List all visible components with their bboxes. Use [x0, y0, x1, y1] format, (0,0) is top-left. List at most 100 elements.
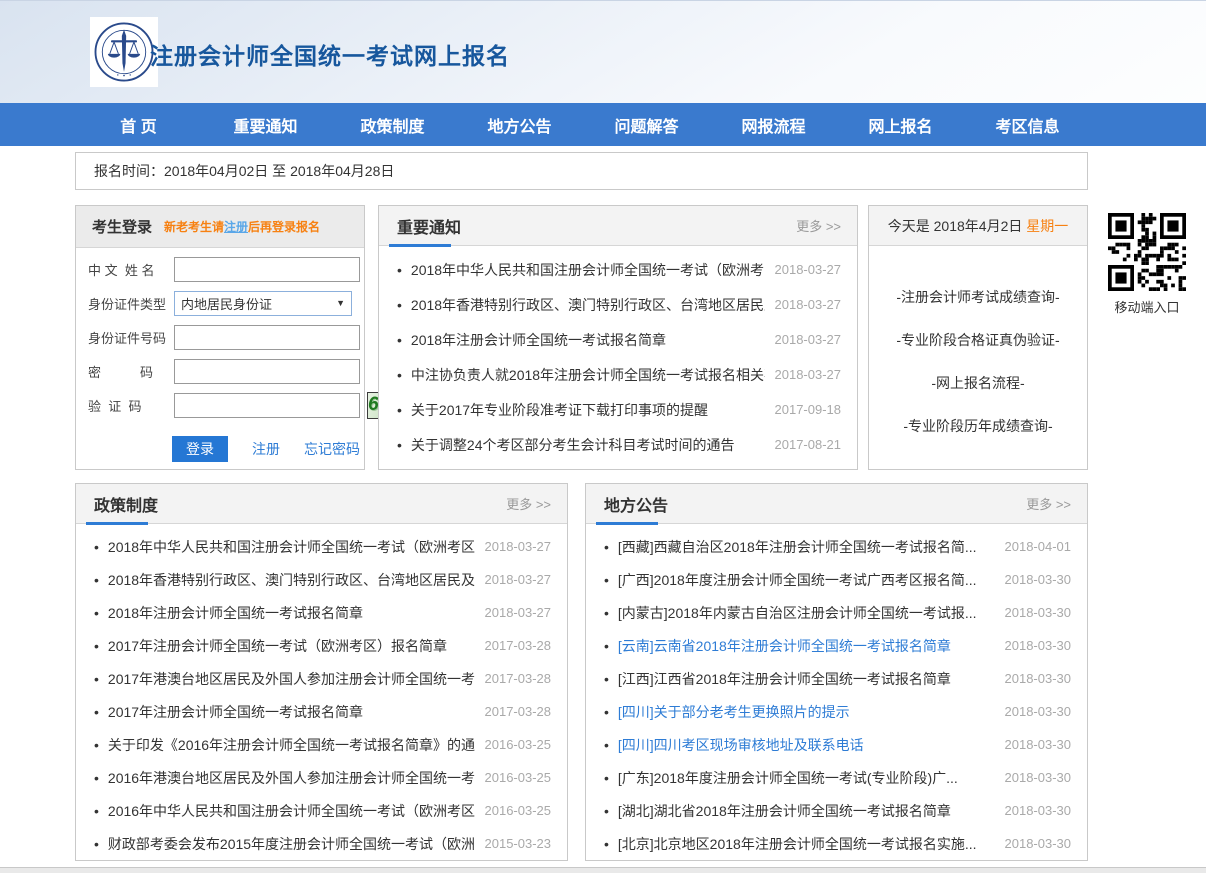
password-input[interactable]	[174, 359, 360, 384]
id-type-selected-value: 内地居民身份证	[181, 294, 272, 313]
notice-date: 2017-09-18	[775, 402, 842, 417]
notice-link[interactable]: 中注协负责人就2018年注册会计师全国统一考试报名相关事...	[411, 365, 765, 385]
local-item: [云南]云南省2018年注册会计师全国统一考试报名简章 2018-03-30	[604, 629, 1071, 662]
nav-item[interactable]: 考区信息	[964, 113, 1091, 137]
today-header: 今天是 2018年4月2日 星期一	[869, 206, 1087, 246]
nav-item[interactable]: 地方公告	[456, 113, 583, 137]
policy-link[interactable]: 2017年注册会计师全国统一考试（欧洲考区）报名简章	[108, 636, 475, 656]
register-link[interactable]: 注册	[252, 439, 280, 459]
policy-link[interactable]: 财政部考委会发布2015年度注册会计师全国统一考试（欧洲...	[108, 834, 475, 854]
login-title: 考生登录	[92, 216, 152, 237]
policy-date: 2017-03-28	[485, 704, 552, 719]
notice-item: 2018年香港特别行政区、澳门特别行政区、台湾地区居民及... 2018-03-…	[397, 287, 841, 322]
login-notice-prefix: 新老考生请	[164, 220, 224, 234]
id-type-select[interactable]: 内地居民身份证 ▼	[174, 291, 352, 316]
forgot-password-link[interactable]: 忘记密码	[304, 439, 360, 459]
id-number-label: 身份证件号码	[88, 328, 174, 347]
registration-period-banner: 报名时间：2018年04月02日 至 2018年04月28日	[75, 152, 1088, 190]
nav-item[interactable]: 首 页	[75, 113, 202, 137]
policy-item: 2016年中华人民共和国注册会计师全国统一考试（欧洲考区... 2016-03-…	[94, 794, 551, 827]
chevron-down-icon: ▼	[336, 298, 345, 308]
title-underline	[86, 522, 148, 525]
today-link[interactable]: -专业阶段合格证真伪验证-	[896, 319, 1059, 362]
notice-link[interactable]: 2018年中华人民共和国注册会计师全国统一考试（欧洲考区...	[411, 260, 765, 280]
name-input[interactable]	[174, 257, 360, 282]
register-inline-link[interactable]: 注册	[224, 220, 248, 234]
local-item: [广西]2018年度注册会计师全国统一考试广西考区报名简... 2018-03-…	[604, 563, 1071, 596]
nav-item[interactable]: 重要通知	[202, 113, 329, 137]
policy-date: 2016-03-25	[485, 770, 552, 785]
policy-item: 2017年注册会计师全国统一考试报名简章 2017-03-28	[94, 695, 551, 728]
local-date: 2018-03-30	[1005, 737, 1072, 752]
policy-item: 财政部考委会发布2015年度注册会计师全国统一考试（欧洲... 2015-03-…	[94, 827, 551, 860]
id-type-label: 身份证件类型	[88, 294, 174, 313]
notice-link[interactable]: 2018年香港特别行政区、澳门特别行政区、台湾地区居民及...	[411, 295, 765, 315]
local-link[interactable]: [内蒙古]2018年内蒙古自治区注册会计师全国统一考试报...	[618, 603, 995, 623]
local-item: [四川]关于部分老考生更换照片的提示 2018-03-30	[604, 695, 1071, 728]
today-link[interactable]: -专业阶段历年成绩查询-	[903, 405, 1052, 448]
cpa-logo-icon	[90, 17, 158, 87]
notice-link[interactable]: 关于2017年专业阶段准考证下载打印事项的提醒	[411, 400, 765, 420]
nav-item[interactable]: 网上报名	[837, 113, 964, 137]
policy-date: 2018-03-27	[485, 539, 552, 554]
nav-item[interactable]: 网报流程	[710, 113, 837, 137]
important-notices-panel: 重要通知 更多 >> 2018年中华人民共和国注册会计师全国统一考试（欧洲考区.…	[378, 205, 858, 470]
local-link[interactable]: [四川]四川考区现场审核地址及联系电话	[618, 735, 995, 755]
policy-date: 2016-03-25	[485, 803, 552, 818]
policy-link[interactable]: 2017年注册会计师全国统一考试报名简章	[108, 702, 475, 722]
local-title: 地方公告	[604, 492, 668, 516]
policy-date: 2017-03-28	[485, 638, 552, 653]
policy-date: 2018-03-27	[485, 605, 552, 620]
local-item: [江西]江西省2018年注册会计师全国统一考试报名简章 2018-03-30	[604, 662, 1071, 695]
notice-item: 关于2017年专业阶段准考证下载打印事项的提醒 2017-09-18	[397, 392, 841, 427]
notice-item: 2018年注册会计师全国统一考试报名简章 2018-03-27	[397, 322, 841, 357]
page-header: 注册会计师全国统一考试网上报名	[0, 0, 1206, 103]
local-panel-header: 地方公告 更多 >>	[586, 484, 1087, 524]
today-panel: 今天是 2018年4月2日 星期一 -注册会计师考试成绩查询--专业阶段合格证真…	[868, 205, 1088, 470]
policy-item: 2017年注册会计师全国统一考试（欧洲考区）报名简章 2017-03-28	[94, 629, 551, 662]
nav-item[interactable]: 政策制度	[329, 113, 456, 137]
policy-link[interactable]: 2018年香港特别行政区、澳门特别行政区、台湾地区居民及...	[108, 570, 475, 590]
local-link[interactable]: [西藏]西藏自治区2018年注册会计师全国统一考试报名简...	[618, 537, 995, 557]
policy-link[interactable]: 2016年港澳台地区居民及外国人参加注册会计师全国统一考...	[108, 768, 475, 788]
policy-link[interactable]: 关于印发《2016年注册会计师全国统一考试报名简章》的通...	[108, 735, 475, 755]
local-link[interactable]: [四川]关于部分老考生更换照片的提示	[618, 702, 995, 722]
password-label: 密 码	[88, 362, 174, 381]
nav-item[interactable]: 问题解答	[583, 113, 710, 137]
login-button[interactable]: 登录	[172, 436, 228, 462]
today-link[interactable]: -注册会计师考试成绩查询-	[896, 276, 1059, 319]
name-label: 中 文 姓 名	[88, 260, 174, 279]
local-date: 2018-03-30	[1005, 836, 1072, 851]
login-notice: 新老考生请注册后再登录报名	[164, 218, 320, 235]
notice-date: 2018-03-27	[775, 332, 842, 347]
local-date: 2018-03-30	[1005, 671, 1072, 686]
login-panel-header: 考生登录 新老考生请注册后再登录报名	[76, 206, 364, 248]
local-date: 2018-03-30	[1005, 572, 1072, 587]
local-link[interactable]: [北京]北京地区2018年注册会计师全国统一考试报名实施...	[618, 834, 995, 854]
local-link[interactable]: [云南]云南省2018年注册会计师全国统一考试报名简章	[618, 636, 995, 656]
policy-link[interactable]: 2017年港澳台地区居民及外国人参加注册会计师全国统一考...	[108, 669, 475, 689]
local-announcements-panel: 地方公告 更多 >> [西藏]西藏自治区2018年注册会计师全国统一考试报名简.…	[585, 483, 1088, 861]
local-link[interactable]: [江西]江西省2018年注册会计师全国统一考试报名简章	[618, 669, 995, 689]
today-link[interactable]: -网上报名流程-	[931, 362, 1024, 405]
today-prefix: 今天是	[888, 216, 934, 236]
title-underline	[389, 244, 451, 247]
captcha-input[interactable]	[174, 393, 360, 418]
local-link[interactable]: [广西]2018年度注册会计师全国统一考试广西考区报名简...	[618, 570, 995, 590]
notice-link[interactable]: 2018年注册会计师全国统一考试报名简章	[411, 330, 765, 350]
notices-more-link[interactable]: 更多 >>	[796, 216, 841, 235]
local-item: [湖北]湖北省2018年注册会计师全国统一考试报名简章 2018-03-30	[604, 794, 1071, 827]
policy-link[interactable]: 2018年中华人民共和国注册会计师全国统一考试（欧洲考区...	[108, 537, 475, 557]
footer-divider	[0, 867, 1206, 873]
local-link[interactable]: [湖北]湖北省2018年注册会计师全国统一考试报名简章	[618, 801, 995, 821]
policy-link[interactable]: 2016年中华人民共和国注册会计师全国统一考试（欧洲考区...	[108, 801, 475, 821]
notice-link[interactable]: 关于调整24个考区部分考生会计科目考试时间的通告	[411, 435, 765, 455]
today-date: 2018年4月2日	[934, 216, 1027, 236]
policy-link[interactable]: 2018年注册会计师全国统一考试报名简章	[108, 603, 475, 623]
policy-date: 2017-03-28	[485, 671, 552, 686]
local-more-link[interactable]: 更多 >>	[1026, 494, 1071, 513]
policy-date: 2018-03-27	[485, 572, 552, 587]
policy-more-link[interactable]: 更多 >>	[506, 494, 551, 513]
id-number-input[interactable]	[174, 325, 360, 350]
local-link[interactable]: [广东]2018年度注册会计师全国统一考试(专业阶段)广...	[618, 768, 995, 788]
